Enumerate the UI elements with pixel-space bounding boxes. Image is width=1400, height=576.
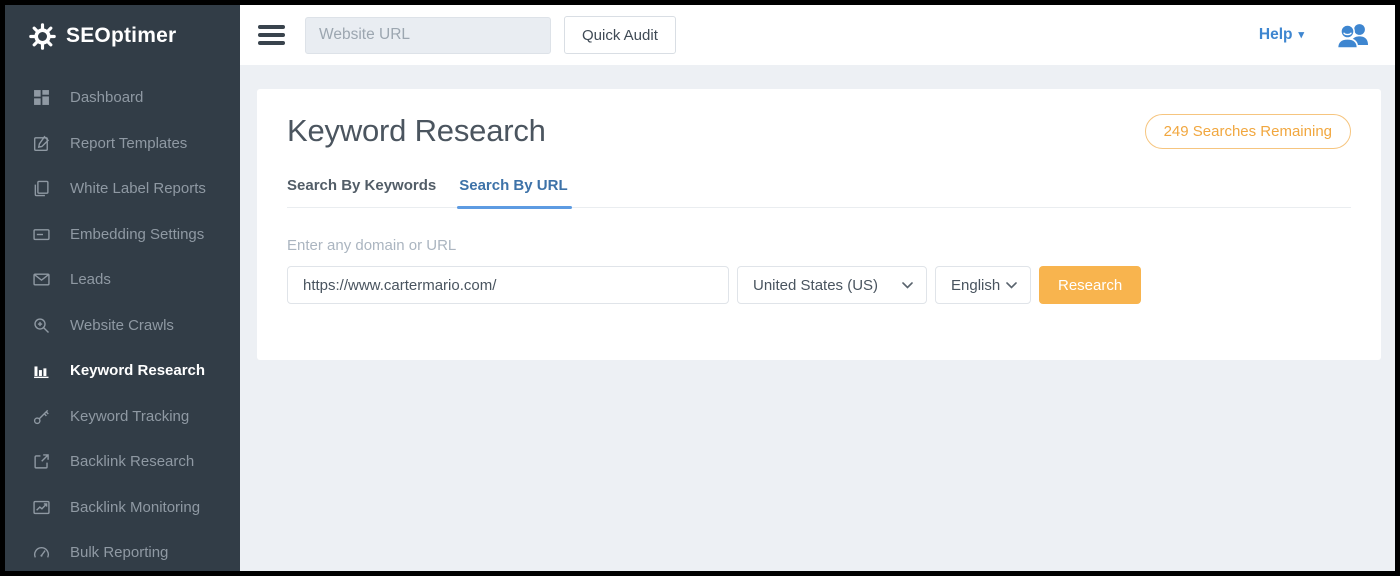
sidebar-item-label: White Label Reports [70,180,206,197]
card-header: Keyword Research 249 Searches Remaining [287,89,1351,149]
help-label: Help [1259,26,1293,44]
pencil-square-icon [32,134,50,152]
tab-search-by-url[interactable]: Search By URL [459,177,567,207]
embed-card-icon [32,225,50,243]
language-select[interactable]: English [935,266,1031,304]
sidebar-item-report-templates[interactable]: Report Templates [5,121,240,167]
sidebar-nav: Dashboard Report Templates [5,67,240,571]
research-button[interactable]: Research [1039,266,1141,304]
sidebar-item-label: Backlink Monitoring [70,499,200,516]
key-icon [32,407,50,425]
website-url-input[interactable] [305,17,551,54]
sidebar-item-keyword-tracking[interactable]: Keyword Tracking [5,394,240,440]
sidebar-item-embedding-settings[interactable]: Embedding Settings [5,212,240,258]
account-users-icon[interactable] [1334,21,1371,49]
caret-down-icon: ▾ [1298,30,1304,41]
searches-remaining-badge: 249 Searches Remaining [1145,114,1351,149]
sidebar-item-label: Embedding Settings [70,226,204,243]
country-select-value: United States (US) [753,277,878,294]
envelope-icon [32,271,50,289]
gauge-icon [32,544,50,562]
sidebar-item-website-crawls[interactable]: Website Crawls [5,303,240,349]
quick-audit-button[interactable]: Quick Audit [564,16,676,54]
sidebar-item-white-label-reports[interactable]: White Label Reports [5,166,240,212]
sidebar: SEOptimer Dashboard [5,5,240,571]
domain-input-label: Enter any domain or URL [287,237,1351,254]
sidebar-item-dashboard[interactable]: Dashboard [5,75,240,121]
line-chart-icon [32,498,50,516]
chevron-down-icon [902,282,913,289]
domain-url-input[interactable] [287,266,729,304]
help-dropdown[interactable]: Help ▾ [1259,26,1304,44]
copy-pages-icon [32,180,50,198]
sidebar-item-label: Report Templates [70,135,187,152]
sidebar-item-keyword-research[interactable]: Keyword Research [5,348,240,394]
bar-chart-icon [32,362,50,380]
sidebar-item-bulk-reporting[interactable]: Bulk Reporting [5,530,240,571]
tab-search-by-keywords[interactable]: Search By Keywords [287,177,436,207]
tabs: Search By Keywords Search By URL [287,177,1351,208]
sidebar-item-backlink-monitoring[interactable]: Backlink Monitoring [5,485,240,531]
page-title: Keyword Research [287,113,546,149]
country-select[interactable]: United States (US) [737,266,927,304]
content-area: Quick Audit Help ▾ Keyword Research 249 … [240,5,1395,571]
sidebar-item-label: Keyword Research [70,362,205,379]
sidebar-item-label: Dashboard [70,89,143,106]
sidebar-item-label: Website Crawls [70,317,174,334]
seoptimer-gear-icon [29,23,56,50]
sidebar-item-label: Keyword Tracking [70,408,189,425]
magnifier-plus-icon [32,316,50,334]
chevron-down-icon [1006,282,1017,289]
external-link-icon [32,453,50,471]
topbar: Quick Audit Help ▾ [240,5,1395,65]
logo[interactable]: SEOptimer [5,5,240,67]
sidebar-item-label: Leads [70,271,111,288]
language-select-value: English [951,277,1000,294]
dashboard-grid-icon [32,89,50,107]
sidebar-item-label: Bulk Reporting [70,544,168,561]
sidebar-item-backlink-research[interactable]: Backlink Research [5,439,240,485]
sidebar-item-label: Backlink Research [70,453,194,470]
keyword-research-card: Keyword Research 249 Searches Remaining … [257,89,1381,360]
sidebar-item-leads[interactable]: Leads [5,257,240,303]
search-form: United States (US) English Re [287,266,1351,304]
hamburger-menu-icon[interactable] [258,25,285,45]
logo-text: SEOptimer [66,24,176,48]
app-window: SEOptimer Dashboard [5,5,1395,571]
